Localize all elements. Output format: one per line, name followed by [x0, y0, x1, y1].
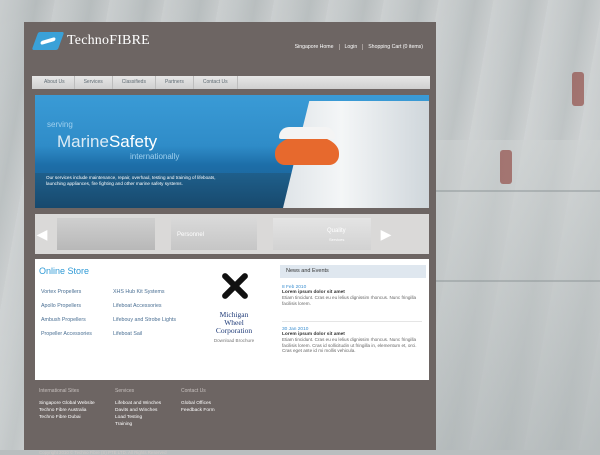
news-item[interactable]: 30 Jan 2010 Lorem ipsum dolor sit amet E… — [282, 327, 422, 354]
hero-title-suffix: Safety — [108, 132, 158, 151]
online-store-title: Online Store — [39, 266, 90, 276]
store-link[interactable]: Ambush Propellers — [41, 317, 92, 331]
michigan-wheel-name: Michigan Wheel Corporation — [205, 311, 263, 335]
store-link[interactable]: Propeller Accessories — [41, 331, 92, 345]
main-nav: About Us Services Classifieds Partners C… — [32, 76, 430, 89]
logo-mark-icon — [31, 32, 65, 50]
footer-heading: Services — [115, 388, 135, 394]
logo[interactable]: TechnoFIBRE — [31, 32, 150, 50]
footer-link[interactable]: Techno Fibre Australia — [39, 407, 95, 414]
carousel-next-icon[interactable]: ▶ — [379, 226, 393, 243]
hero-lifeboat-image — [275, 127, 339, 165]
nav-contact-us[interactable]: Contact Us — [194, 76, 238, 89]
content-panel: Online Store Vortex Propellers Apollo Pr… — [35, 259, 429, 380]
hero-serving: serving — [47, 120, 73, 129]
deck-rail — [430, 280, 600, 282]
carousel-thumb-personnel[interactable]: Personnel — [171, 218, 257, 250]
footer-col-services: Services Lifeboat and Winches Davits and… — [115, 388, 161, 428]
shopping-cart-link[interactable]: Shopping Cart (0 items) — [362, 44, 428, 50]
store-link[interactable]: Lifeboat Sail — [113, 331, 176, 345]
hero-internationally: internationally — [130, 152, 180, 161]
carousel-thumb-quality[interactable]: Quality Services — [273, 218, 371, 250]
store-link[interactable]: Lifeboat Accessories — [113, 303, 176, 317]
crew-figure — [572, 72, 584, 106]
news-item[interactable]: 8 Feb 2010 Lorem ipsum dolor sit amet Et… — [282, 285, 422, 306]
singapore-home-link[interactable]: Singapore Home — [290, 44, 339, 50]
footer-link[interactable]: Feedback Form — [181, 407, 215, 414]
news-body: Etiam tincidunt. Cras eu eu lelius digni… — [282, 337, 417, 354]
propeller-icon — [217, 269, 251, 303]
carousel-quality-label: Quality — [327, 228, 346, 234]
carousel-prev-icon[interactable]: ◀ — [35, 226, 49, 243]
news-panel: News and Events 8 Feb 2010 Lorem ipsum d… — [280, 265, 426, 377]
download-brochure-link[interactable]: Download Brochure — [205, 338, 263, 343]
store-link[interactable]: Apollo Propellers — [41, 303, 92, 317]
nav-partners[interactable]: Partners — [156, 76, 194, 89]
store-list-right: XHS Hub Kit Systems Lifeboat Accessories… — [113, 289, 176, 345]
nav-services[interactable]: Services — [75, 76, 113, 89]
footer-col-international: International Sites Singapore Global Web… — [39, 388, 95, 421]
hero-banner: serving MarineSafety internationally Our… — [35, 95, 429, 208]
ship-deck — [430, 140, 600, 450]
footer-heading: Contact Us — [181, 388, 206, 394]
footer-link[interactable]: Singapore Global Website — [39, 400, 95, 407]
store-link[interactable]: XHS Hub Kit Systems — [113, 289, 176, 303]
footer-link[interactable]: Training — [115, 421, 161, 428]
footer-link[interactable]: Davits and Winches — [115, 407, 161, 414]
logo-text: TechnoFIBRE — [67, 33, 150, 48]
michigan-name-line: Corporation — [215, 326, 253, 335]
nav-about-us[interactable]: About Us — [32, 76, 75, 89]
carousel-quality-sub: Services — [329, 237, 345, 242]
carousel-personnel-label: Personnel — [177, 232, 205, 238]
deck-rail — [430, 190, 600, 192]
footer-link[interactable]: Techno Fibre Dubai — [39, 414, 95, 421]
store-link[interactable]: Vortex Propellers — [41, 289, 92, 303]
news-body: Etiam tincidunt. Cras eu eu lelius digni… — [282, 295, 417, 306]
hero-description: Our services include maintenance, repair… — [46, 175, 216, 186]
top-links: Singapore Home Login Shopping Cart (0 it… — [290, 44, 428, 50]
crew-figure — [500, 150, 512, 184]
michigan-wheel-promo[interactable]: Michigan Wheel Corporation Download Broc… — [205, 267, 263, 355]
footer-link[interactable]: Global Offices — [181, 400, 215, 407]
footer-link[interactable]: Lifeboat and Winches — [115, 400, 161, 407]
store-list-left: Vortex Propellers Apollo Propellers Ambu… — [41, 289, 92, 345]
services-carousel: ◀ Personnel Quality Services ▶ — [35, 214, 429, 254]
site-container: TechnoFIBRE Singapore Home Login Shoppin… — [24, 22, 436, 455]
login-link[interactable]: Login — [338, 44, 363, 50]
hero-title: MarineSafety — [57, 132, 157, 152]
footer: International Sites Singapore Global Web… — [35, 388, 429, 455]
store-link[interactable]: Lifebouy and Strobe Lights — [113, 317, 176, 331]
news-heading: News and Events — [280, 265, 426, 278]
nav-classifieds[interactable]: Classifieds — [113, 76, 156, 89]
footer-col-contact: Contact Us Global Offices Feedback Form — [181, 388, 215, 414]
copyright: Copyright 2010 © Techno Fibre (S) PTE LT… — [39, 450, 167, 455]
news-divider — [282, 321, 422, 322]
footer-link[interactable]: Load Testing — [115, 414, 161, 421]
hero-title-prefix: Marine — [57, 132, 109, 151]
carousel-thumb-equipment[interactable] — [57, 218, 155, 250]
footer-heading: International Sites — [39, 388, 80, 394]
